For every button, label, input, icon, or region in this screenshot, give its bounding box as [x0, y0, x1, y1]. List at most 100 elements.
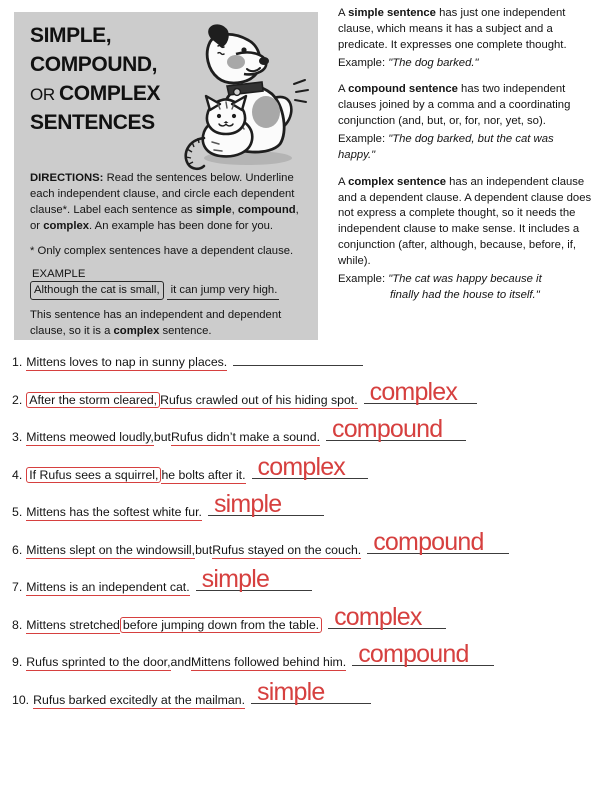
answer-handwriting: complex [334, 602, 422, 631]
dog-and-cat-illustration [184, 24, 309, 171]
answer-handwriting: complex [369, 377, 458, 406]
question-row: 3. Mittens meowed loudly, but Rufus didn’… [12, 417, 466, 455]
definition-example-label: Example: [338, 272, 389, 285]
question-row: 8. Mittens stretched before jumping down f… [12, 604, 447, 643]
answer-blank[interactable]: simple [251, 679, 371, 704]
definition-body: A simple sentence has just one independe… [338, 6, 592, 54]
definition-lead: A [338, 175, 349, 188]
definition-example-text: "The dog barked." [388, 56, 479, 69]
definition-example-text: "The cat was happy because it [388, 272, 542, 285]
question-row: 9. Rufus sprinted to the door, and Mitten… [12, 642, 495, 680]
title-or-prefix: OR [30, 84, 60, 104]
answer-handwriting: simple [201, 565, 270, 593]
example-explanation-bold: complex [113, 325, 160, 338]
independent-clause-underline: Rufus stayed on the couch. [212, 542, 362, 559]
question-row: 5. Mittens has the softest white fur. simp… [12, 492, 324, 530]
directions-bold-complex: complex [43, 220, 90, 233]
question-number: 3. [12, 430, 23, 444]
definition-example-label: Example: [338, 56, 389, 69]
independent-clause-underline: Mittens loves to nap in sunny places. [26, 355, 228, 371]
independent-clause-underline: Mittens slept on the windowsill, [26, 542, 196, 559]
directions-bold-compound: compound [237, 204, 296, 217]
answer-blank[interactable]: complex [328, 604, 447, 629]
answer-blank[interactable]: compound [367, 529, 510, 554]
independent-clause-underline: Rufus crawled out of his hiding spot. [160, 392, 358, 409]
example-label: EXAMPLE [32, 268, 86, 281]
answer-blank[interactable]: complex [363, 379, 477, 404]
directions-bold-simple: simple [195, 204, 232, 217]
definition-body: A complex sentence has an independent cl… [338, 175, 592, 270]
independent-clause-underline: Mittens has the softest white fur. [26, 505, 202, 521]
question-row: 10. Rufus barked excitedly at the mailman… [12, 679, 371, 718]
dependent-clause-box: If Rufus sees a squirrel, [26, 466, 162, 484]
directions-block: DIRECTIONS: Read the sentences below. Un… [30, 170, 306, 348]
definition-example: Example: "The dog barked." [338, 56, 592, 72]
answer-blank[interactable]: compound [352, 642, 495, 667]
question-number: 8. [12, 617, 23, 632]
directions-paragraph: DIRECTIONS: Read the sentences below. Un… [30, 170, 306, 234]
definition-example-continuation: finally had the house to itself." [390, 288, 540, 301]
answer-handwriting: simple [257, 677, 325, 706]
title-complex-word: COMPLEX [59, 81, 161, 105]
independent-clause-underline: Mittens meowed loudly, [26, 430, 154, 446]
example-explanation-b: sentence. [159, 325, 212, 338]
definition-lead: A [338, 7, 349, 19]
definition-block: A complex sentence has an independent cl… [338, 175, 592, 304]
question-number: 7. [12, 580, 23, 594]
independent-clause-underline: Mittens stretched [26, 617, 120, 634]
answer-handwriting: compound [373, 527, 484, 556]
question-row: 2. After the storm cleared, Rufus crawled … [12, 379, 477, 418]
definition-term: compound sentence [348, 83, 458, 96]
directions-footnote: * Only complex sentences have a dependen… [30, 245, 294, 258]
definition-example: Example: "The dog barked, but the cat wa… [338, 132, 592, 164]
instructions-panel: SIMPLE, COMPOUND, OR COMPLEX SENTENCES D… [14, 12, 318, 340]
definition-body: A compound sentence has two independent … [338, 82, 592, 130]
example-dependent-clause: Although the cat is small, [30, 281, 164, 301]
question-row: 6. Mittens slept on the windowsill, but R… [12, 529, 510, 568]
question-number: 10. [12, 692, 30, 707]
definition-term: simple sentence [348, 7, 436, 19]
answer-handwriting: compound [332, 415, 443, 443]
answer-blank[interactable]: compound [326, 417, 466, 442]
conjunction-text: and [170, 655, 192, 669]
answer-handwriting: compound [358, 640, 469, 668]
answer-handwriting: complex [257, 452, 346, 481]
definition-example: Example: "The cat was happy because it [338, 272, 592, 288]
answer-blank[interactable] [233, 350, 364, 366]
definition-example-label: Example: [338, 133, 389, 146]
answer-handwriting: simple [213, 490, 282, 518]
definition-lead: A [338, 83, 349, 96]
definition-block: A compound sentence has two independent … [338, 82, 592, 163]
dependent-clause-box: before jumping down from the table. [119, 616, 323, 634]
definition-term: complex sentence [348, 175, 447, 188]
question-row: 1. Mittens loves to nap in sunny places. [12, 350, 364, 380]
question-row: 7. Mittens is an independent cat. simple [12, 567, 312, 605]
independent-clause-underline: Mittens followed behind him. [191, 655, 347, 671]
dependent-clause-box: After the storm cleared, [26, 391, 161, 409]
independent-clause-underline: he bolts after it. [161, 467, 246, 484]
example-explanation: This sentence has an independent and dep… [30, 307, 306, 339]
question-number: 4. [12, 467, 23, 482]
conjunction-text: but [195, 542, 213, 557]
definitions-column: A simple sentence has just one independe… [338, 6, 592, 315]
question-row: 4. If Rufus sees a squirrel, he bolts afte… [12, 454, 368, 493]
independent-clause-underline: Rufus sprinted to the door, [26, 655, 171, 671]
question-number: 9. [12, 655, 23, 669]
question-number: 5. [12, 505, 23, 519]
answer-blank[interactable]: simple [195, 567, 312, 592]
independent-clause-underline: Mittens is an independent cat. [26, 580, 190, 596]
directions-label: DIRECTIONS: [30, 172, 104, 184]
worksheet-header-area: SIMPLE, COMPOUND, OR COMPLEX SENTENCES D… [0, 0, 600, 345]
example-independent-clause: it can jump very high. [166, 282, 280, 301]
example-sentence: Although the cat is small, it can jump v… [30, 281, 306, 301]
independent-clause-underline: Rufus barked excitedly at the mailman. [33, 692, 245, 709]
question-number: 1. [12, 355, 23, 369]
directions-text-b: . An example has been done for you. [89, 220, 274, 233]
question-number: 6. [12, 542, 23, 557]
answer-blank[interactable]: simple [207, 492, 324, 517]
conjunction-text: but [153, 430, 171, 444]
independent-clause-underline: Rufus didn’t make a sound. [170, 430, 320, 446]
answer-blank[interactable]: complex [251, 454, 368, 479]
question-number: 2. [12, 392, 23, 407]
definition-block: A simple sentence has just one independe… [338, 6, 592, 71]
